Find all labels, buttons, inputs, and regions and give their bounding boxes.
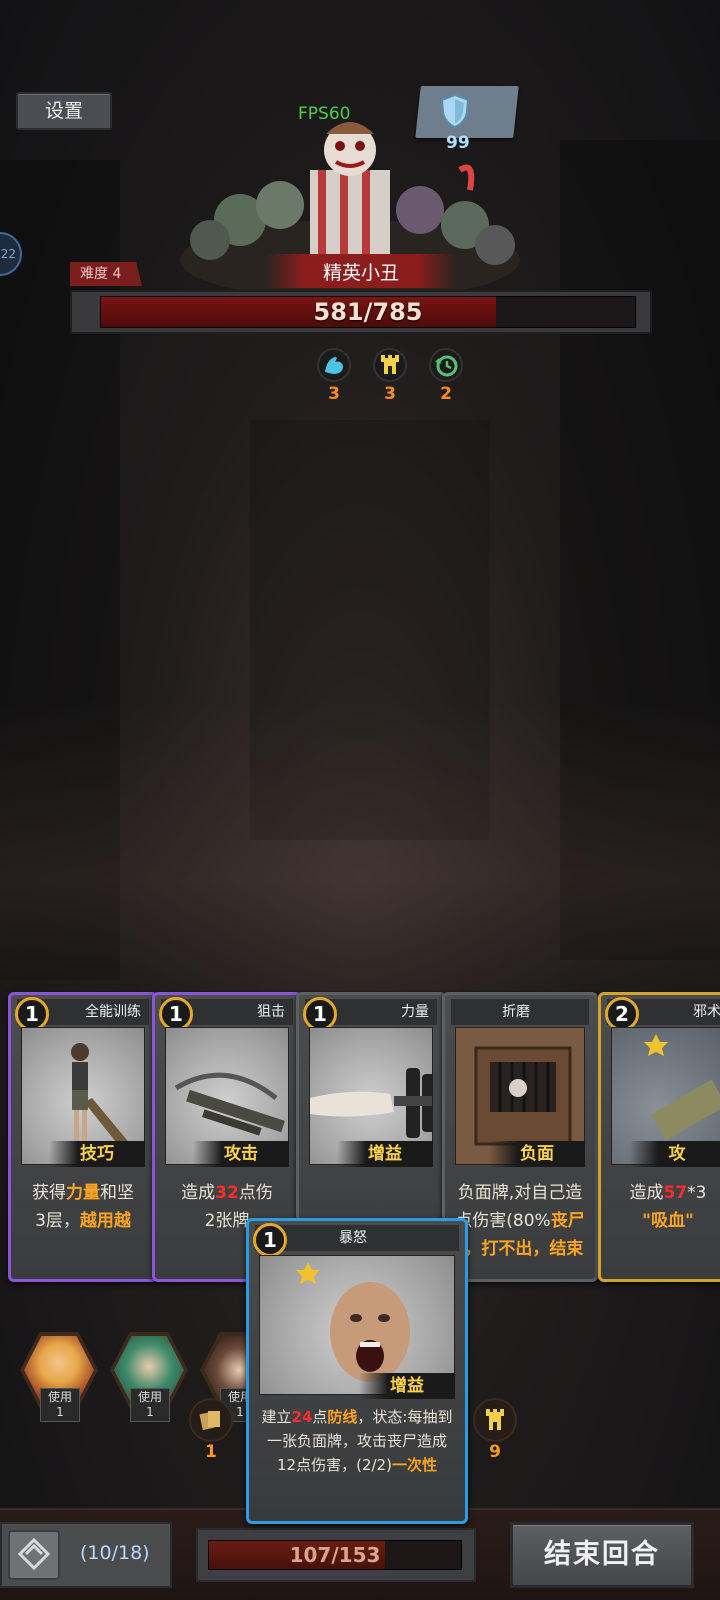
card-description: 负面牌,对自己造 点伤害(80%丧尸 )，打不出，结束 (455, 1183, 585, 1259)
card-title: 折磨 (451, 999, 589, 1025)
tower-icon (473, 1398, 517, 1442)
difficulty-badge: 难度 4 (70, 262, 142, 286)
hero-use-button[interactable]: 使用 1 (130, 1388, 170, 1422)
deck-icon[interactable] (8, 1530, 60, 1580)
strength-icon (317, 348, 351, 382)
card-type-label: 增益 (337, 1141, 433, 1167)
card-type-label: 攻击 (193, 1141, 289, 1167)
enemy-hp-text: 581/785 (313, 298, 423, 326)
status-fortification[interactable]: 3 (370, 348, 410, 404)
card-cost: 1 (15, 997, 49, 1031)
hero-portrait-1[interactable]: 使用 1 (20, 1332, 100, 1422)
card-description: 建立24点防线，状态:每抽到一张负面牌，攻击丧尸造成12点伤害，(2/2)一次性 (261, 1408, 453, 1474)
card-cost: 1 (253, 1223, 287, 1257)
card-sorcery[interactable]: 邪术 2 攻 造成57*3 "吸血" (598, 992, 720, 1282)
card-type-label: 技巧 (49, 1141, 145, 1167)
energy-text: 107/153 (289, 1543, 381, 1567)
draw-pile-resource[interactable]: 1 (188, 1398, 234, 1462)
card-description: 获得力量和坚 3层，越用越 (32, 1183, 134, 1231)
status-strength[interactable]: 3 (314, 348, 354, 404)
card-all-round-training[interactable]: 全能训练 1 技巧 获得力量和坚 3层，越用越 (8, 992, 158, 1282)
regeneration-icon (429, 348, 463, 382)
status-regeneration[interactable]: 2 (426, 348, 466, 404)
draw-pile-value: 1 (205, 1442, 217, 1462)
card-rage-selected[interactable]: 暴怒 1 增益 建立24点防线，状态:每抽到一张负面牌，攻击丧尸造成12点伤害，… (246, 1218, 468, 1524)
hero-use-button[interactable]: 使用 1 (40, 1388, 80, 1422)
card-type-label: 增益 (359, 1373, 455, 1399)
enemy-name: 精英小丑 (322, 262, 399, 284)
cards-icon (189, 1398, 233, 1442)
tower-value: 9 (489, 1442, 501, 1462)
tower-resource[interactable]: 9 (472, 1398, 518, 1462)
fortification-icon (373, 348, 407, 382)
card-type-label: 负面 (489, 1141, 585, 1167)
end-turn-button[interactable]: 结束回合 (510, 1522, 694, 1588)
card-cost: 1 (159, 997, 193, 1031)
hero-portrait-2[interactable]: 使用 1 (110, 1332, 190, 1422)
status-strength-value: 3 (328, 384, 340, 404)
deck-count: (10/18) (80, 1542, 150, 1564)
settings-button[interactable]: 设置 (16, 92, 112, 130)
card-type-label: 攻 (629, 1141, 720, 1167)
status-regeneration-value: 2 (440, 384, 452, 404)
card-cost: 2 (605, 997, 639, 1031)
card-cost: 1 (303, 997, 337, 1031)
status-fortification-value: 3 (384, 384, 396, 404)
background-fog (0, 700, 720, 1000)
card-description: 造成57*3 "吸血" (629, 1183, 707, 1231)
